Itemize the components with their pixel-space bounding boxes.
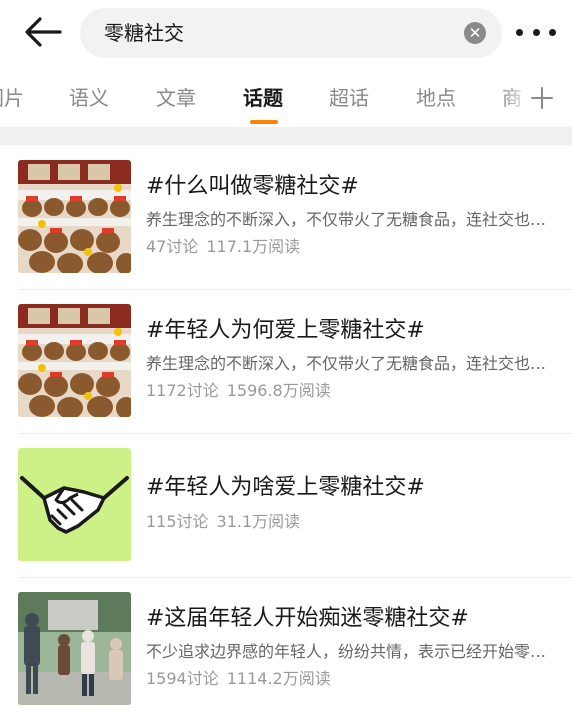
tab-super-topics[interactable]: 超话 [329, 84, 369, 112]
add-tab-icon[interactable] [530, 86, 554, 110]
topic-title[interactable]: #这届年轻人开始痴迷零糖社交# [146, 604, 556, 634]
people-photo [18, 592, 131, 705]
search-query[interactable]: 零糖社交 [104, 20, 184, 46]
plush-toys-photo [18, 160, 131, 273]
topic-thumbnail [18, 160, 131, 273]
discussion-count: 1172讨论 [146, 381, 219, 400]
topic-thumbnail [18, 448, 131, 561]
back-arrow-icon[interactable] [20, 14, 64, 50]
tab-articles[interactable]: 文章 [156, 84, 196, 112]
topic-stats: 47讨论 117.1万阅读 [146, 236, 300, 258]
topic-item[interactable]: #什么叫做零糖社交# 养生理念的不断深入，不仅带火了无糖食品，连社交也开始讲究零… [0, 145, 572, 289]
topic-item[interactable]: #年轻人为何爱上零糖社交# 养生理念的不断深入，不仅带火了无糖食品，连社交也开始… [0, 289, 572, 433]
read-count: 1596.8万阅读 [226, 381, 331, 400]
read-count: 117.1万阅读 [206, 237, 301, 256]
more-icon[interactable] [516, 20, 556, 44]
topic-excerpt: 不少追求边界感的年轻人，纷纷共情，表示已经开始零糖社交 [146, 642, 556, 661]
topic-stats: 1172讨论 1596.8万阅读 [146, 380, 331, 402]
search-input[interactable]: 零糖社交 ✕ [80, 8, 502, 58]
active-tab-indicator [250, 120, 278, 124]
handshake-icon [18, 448, 131, 561]
read-count: 1114.2万阅读 [226, 669, 331, 688]
read-count: 31.1万阅读 [216, 512, 301, 531]
topic-thumbnail [18, 592, 131, 705]
topic-title[interactable]: #年轻人为何爱上零糖社交# [146, 316, 556, 346]
topic-title[interactable]: #什么叫做零糖社交# [146, 172, 556, 202]
discussion-count: 47讨论 [146, 237, 199, 256]
plush-toys-photo [18, 304, 131, 417]
tab-bar: 图片 语义 文章 话题 超话 地点 商 [0, 76, 572, 126]
tab-topics[interactable]: 话题 [243, 84, 283, 112]
topic-stats: 115讨论 31.1万阅读 [146, 511, 300, 533]
top-bar: 零糖社交 ✕ [0, 0, 572, 64]
clear-icon[interactable]: ✕ [464, 22, 486, 44]
topic-excerpt: 养生理念的不断深入，不仅带火了无糖食品，连社交也开始讲究零糖 [146, 354, 556, 373]
section-divider [0, 127, 572, 145]
tab-images[interactable]: 图片 [0, 84, 24, 112]
topic-thumbnail [18, 304, 131, 417]
topic-list: #什么叫做零糖社交# 养生理念的不断深入，不仅带火了无糖食品，连社交也开始讲究零… [0, 145, 572, 721]
topic-item[interactable]: #这届年轻人开始痴迷零糖社交# 不少追求边界感的年轻人，纷纷共情，表示已经开始零… [0, 577, 572, 721]
tab-places[interactable]: 地点 [416, 84, 456, 112]
tab-semantic[interactable]: 语义 [69, 84, 109, 112]
discussion-count: 1594讨论 [146, 669, 219, 688]
topic-title[interactable]: #年轻人为啥爱上零糖社交# [146, 473, 556, 503]
topic-excerpt: 养生理念的不断深入，不仅带火了无糖食品，连社交也开始讲究零糖 [146, 210, 556, 229]
topic-item[interactable]: #年轻人为啥爱上零糖社交# 115讨论 31.1万阅读 [0, 433, 572, 577]
topic-stats: 1594讨论 1114.2万阅读 [146, 668, 331, 690]
discussion-count: 115讨论 [146, 512, 209, 531]
